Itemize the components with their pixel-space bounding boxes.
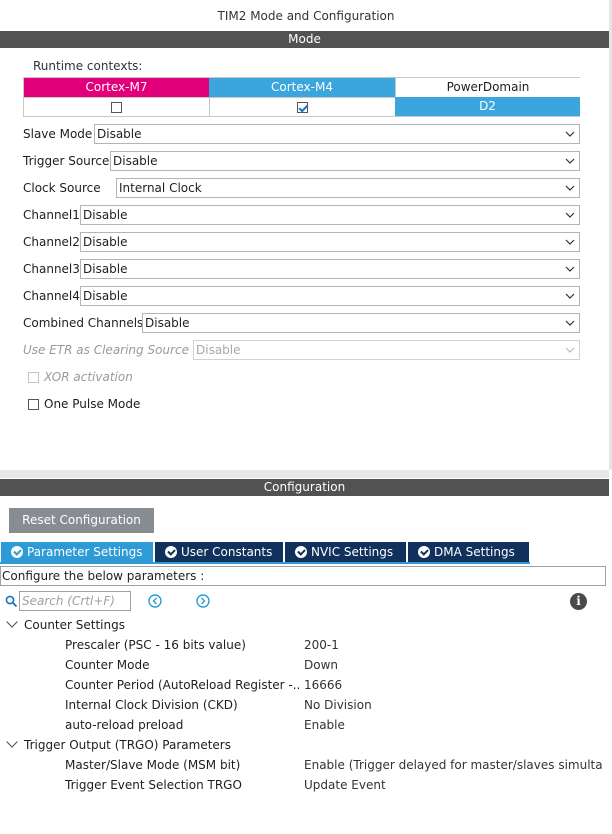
param-name: auto-reload preload — [65, 718, 184, 732]
one-pulse-mode-option[interactable]: One Pulse Mode — [28, 396, 140, 412]
chevron-down-icon — [565, 131, 575, 137]
next-result-icon[interactable] — [196, 594, 210, 608]
xor-activation-option: XOR activation — [28, 369, 133, 385]
check-circle-icon — [11, 546, 23, 558]
combined-channels-value: Disable — [145, 316, 190, 330]
check-circle-icon — [295, 546, 307, 558]
param-value[interactable]: 16666 — [304, 675, 604, 695]
powerdomain-value[interactable]: D2 — [395, 97, 580, 116]
search-input[interactable]: Search (Crtl+F) — [19, 591, 131, 611]
param-name: Prescaler (PSC - 16 bits value) — [65, 638, 246, 652]
context-header-powerdomain: PowerDomain — [395, 78, 580, 97]
context-cell-cortex-m4 — [209, 97, 395, 116]
channel4-label: Channel4 — [23, 289, 80, 303]
tab-user-constants[interactable]: User Constants — [155, 542, 283, 562]
slave-mode-label: Slave Mode — [23, 127, 93, 141]
channel1-value: Disable — [83, 208, 128, 222]
param-name: Counter Period (AutoReload Register -... — [65, 678, 299, 692]
channel3-value: Disable — [83, 262, 128, 276]
panel-splitter[interactable] — [0, 470, 609, 478]
chevron-down-icon — [565, 266, 575, 272]
xor-activation-checkbox — [28, 372, 39, 383]
param-name: Trigger Event Selection TRGO — [65, 778, 242, 792]
slave-mode-value: Disable — [97, 127, 142, 141]
param-name: Master/Slave Mode (MSM bit) — [65, 758, 241, 772]
tab-label: DMA Settings — [434, 545, 515, 559]
chevron-down-icon — [565, 320, 575, 326]
check-circle-icon — [165, 546, 177, 558]
param-value[interactable]: Update Event — [304, 775, 604, 795]
runtime-contexts-table: Cortex-M7 Cortex-M4 PowerDomain D2 — [23, 77, 580, 117]
previous-result-icon[interactable] — [148, 594, 162, 608]
tab-nvic-settings[interactable]: NVIC Settings — [285, 542, 406, 562]
etr-clearing-source-label: Use ETR as Clearing Source — [23, 343, 189, 357]
channel2-value: Disable — [83, 235, 128, 249]
info-icon[interactable]: i — [570, 593, 587, 610]
combined-channels-select[interactable]: Disable — [142, 313, 580, 333]
context-header-cortex-m7: Cortex-M7 — [24, 78, 209, 97]
cortex-m7-checkbox[interactable] — [111, 102, 122, 113]
param-value[interactable]: No Division — [304, 695, 604, 715]
tab-label: NVIC Settings — [311, 545, 394, 559]
tab-underline — [0, 562, 530, 564]
chevron-down-icon — [565, 293, 575, 299]
tab-dma-settings[interactable]: DMA Settings — [408, 542, 529, 562]
configuration-section-header: Configuration — [0, 479, 609, 496]
clock-source-value: Internal Clock — [119, 181, 202, 195]
trigger-source-value: Disable — [113, 154, 158, 168]
group-label: Counter Settings — [24, 618, 125, 632]
chevron-down-icon — [565, 347, 575, 353]
channel3-label: Channel3 — [23, 262, 80, 276]
clock-source-label: Clock Source — [23, 181, 101, 195]
etr-clearing-source-value: Disable — [196, 343, 241, 357]
tab-label: User Constants — [181, 545, 273, 559]
runtime-contexts-label: Runtime contexts: — [33, 59, 143, 73]
search-icon — [5, 595, 18, 608]
channel1-select[interactable]: Disable — [80, 205, 580, 225]
combined-channels-label: Combined Channels — [23, 316, 144, 330]
param-value[interactable]: Enable — [304, 715, 604, 735]
mode-section-header: Mode — [0, 31, 609, 48]
param-value[interactable]: Enable (Trigger delayed for master/slave… — [304, 755, 604, 775]
channel4-value: Disable — [83, 289, 128, 303]
context-cell-cortex-m7 — [24, 97, 209, 116]
chevron-down-icon — [565, 158, 575, 164]
one-pulse-mode-label: One Pulse Mode — [44, 397, 141, 411]
chevron-down-icon — [6, 616, 18, 628]
group-label: Trigger Output (TRGO) Parameters — [24, 738, 231, 752]
channel3-select[interactable]: Disable — [80, 259, 580, 279]
chevron-down-icon — [6, 736, 18, 748]
chevron-down-icon — [565, 239, 575, 245]
clock-source-select[interactable]: Internal Clock — [116, 178, 580, 198]
slave-mode-select[interactable]: Disable — [94, 124, 580, 144]
etr-clearing-source-select: Disable — [193, 340, 580, 360]
trigger-source-select[interactable]: Disable — [110, 151, 580, 171]
chevron-down-icon — [565, 185, 575, 191]
group-counter-settings[interactable]: Counter Settings — [6, 615, 125, 635]
one-pulse-mode-checkbox[interactable] — [28, 399, 39, 410]
param-name: Internal Clock Division (CKD) — [65, 698, 238, 712]
param-value[interactable]: 200-1 — [304, 635, 604, 655]
configure-instruction: Configure the below parameters : — [0, 566, 606, 586]
channel2-select[interactable]: Disable — [80, 232, 580, 252]
chevron-down-icon — [565, 212, 575, 218]
window-title: TIM2 Mode and Configuration — [217, 9, 395, 23]
channel1-label: Channel1 — [23, 208, 80, 222]
channel4-select[interactable]: Disable — [80, 286, 580, 306]
context-header-cortex-m4: Cortex-M4 — [209, 78, 395, 97]
tab-parameter-settings[interactable]: Parameter Settings — [1, 542, 153, 562]
param-name: Counter Mode — [65, 658, 150, 672]
check-circle-icon — [418, 546, 430, 558]
cortex-m4-checkbox[interactable] — [297, 102, 308, 113]
group-trigger-output[interactable]: Trigger Output (TRGO) Parameters — [6, 735, 231, 755]
tab-label: Parameter Settings — [27, 545, 143, 559]
xor-activation-label: XOR activation — [44, 370, 133, 384]
channel2-label: Channel2 — [23, 235, 80, 249]
reset-configuration-button[interactable]: Reset Configuration — [9, 508, 154, 533]
trigger-source-label: Trigger Source — [23, 154, 110, 168]
param-value[interactable]: Down — [304, 655, 604, 675]
